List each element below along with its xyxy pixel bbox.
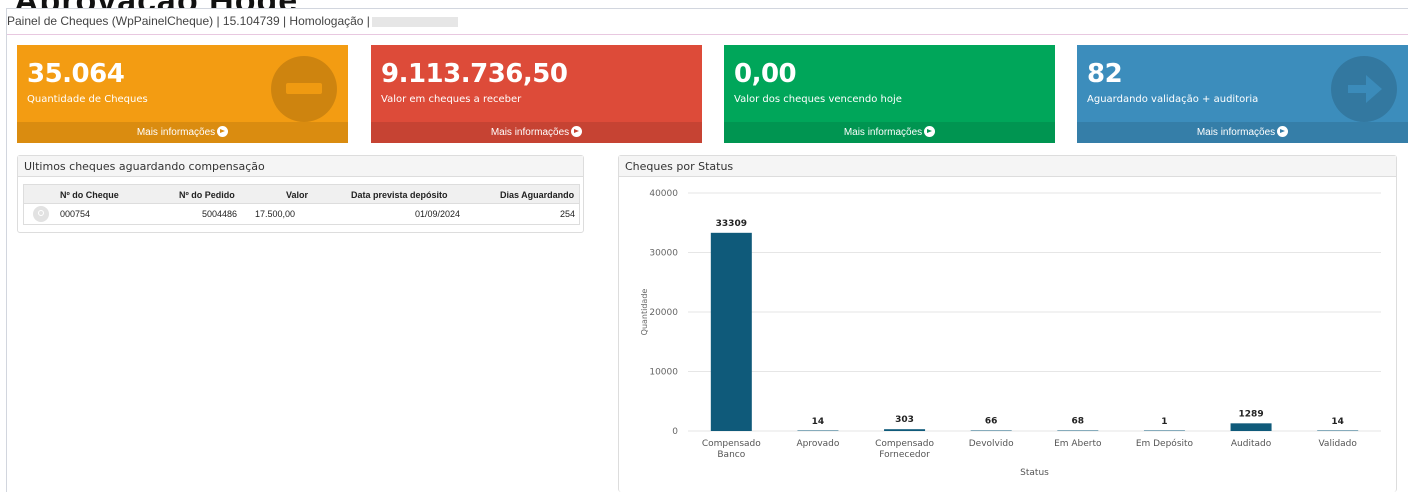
data-label: 68 (1072, 417, 1085, 427)
chart-bar (970, 430, 1012, 431)
data-label: 33309 (716, 219, 747, 229)
x-tick-label: Em Depósito (1136, 438, 1194, 449)
arrow-circle-right-icon (924, 125, 936, 137)
x-tick-label: Compensado (702, 439, 761, 449)
more-info-label: Mais informações (1196, 127, 1276, 138)
column-header-dias[interactable]: Dias Aguardando (500, 190, 574, 200)
more-info-link[interactable]: Mais informações (17, 122, 348, 143)
data-label: 1 (1161, 417, 1167, 427)
x-tick-label: Validado (1318, 439, 1357, 449)
tile-value: 9.113.736,50 (381, 59, 568, 89)
more-info-label: Mais informações (136, 127, 216, 138)
table-header: Nº do Cheque Nº do Pedido Valor Data pre… (24, 185, 579, 204)
x-tick-label: Aprovado (796, 439, 839, 449)
x-tick-label: Compensado (875, 439, 934, 449)
tile-aguardando-validacao: 82 Aguardando validação + auditoria Mais… (1077, 45, 1408, 143)
table-row[interactable]: 000754 5004486 17.500,00 01/09/2024 254 (24, 204, 579, 224)
x-tick-label: Auditado (1231, 439, 1272, 449)
status-chart-panel: Cheques por Status 0 10000 20000 30000 40000… (618, 155, 1397, 492)
chart-bar (710, 232, 752, 431)
tile-valor-receber: 9.113.736,50 Valor em cheques a receber … (371, 45, 702, 143)
minus-circle-icon (271, 56, 337, 122)
pending-cheques-table: Nº do Cheque Nº do Pedido Valor Data pre… (23, 184, 580, 225)
more-info-label: Mais informações (490, 127, 570, 138)
tile-label: Valor dos cheques vencendo hoje (734, 94, 902, 105)
panel-title: Cheques por Status (619, 156, 1396, 177)
more-info-link[interactable]: Mais informações (371, 122, 702, 143)
cell-pedido: 5004486 (202, 209, 238, 219)
panel-title: Ultimos cheques aguardando compensação (18, 156, 583, 177)
search-icon[interactable] (33, 206, 49, 222)
y-tick-label: 40000 (649, 189, 678, 199)
tile-quantidade-cheques: 35.064 Quantidade de Cheques Mais inform… (17, 45, 348, 143)
cell-data: 01/09/2024 (415, 209, 461, 219)
column-header-valor[interactable]: Valor (286, 190, 308, 200)
data-label: 14 (812, 417, 825, 427)
arrow-circle-right-icon (217, 125, 229, 137)
x-tick-label: Em Aberto (1054, 439, 1102, 449)
x-axis-label: Status (1020, 468, 1049, 478)
page-title: Aprovação Hoge (14, 0, 298, 8)
redacted-environment-box (371, 16, 458, 27)
data-label: 1289 (1239, 409, 1264, 419)
arrow-circle-right-icon (1277, 125, 1289, 137)
pending-cheques-panel: Ultimos cheques aguardando compensação N… (17, 155, 584, 233)
chart-bar (1230, 423, 1272, 431)
tile-label: Aguardando validação + auditoria (1087, 94, 1259, 105)
chart-bar (1143, 430, 1185, 431)
tile-label: Valor em cheques a receber (381, 94, 522, 105)
chart-bar (1057, 430, 1099, 431)
cell-cheque: 000754 (60, 209, 91, 219)
tile-value: 0,00 (734, 59, 797, 89)
chart-bar (797, 430, 839, 431)
panel-header-bar: Painel de Cheques (WpPainelCheque) | 15.… (7, 9, 1408, 35)
x-tick-label: Fornecedor (879, 450, 930, 460)
x-tick-label: Devolvido (969, 439, 1014, 449)
cell-dias: 254 (560, 209, 576, 219)
tile-value: 82 (1087, 59, 1123, 89)
y-axis-label: Quantidade (640, 289, 649, 336)
y-tick-label: 20000 (649, 308, 678, 318)
chart-bar (884, 429, 926, 431)
data-label: 303 (895, 415, 914, 425)
header-caption: Painel de Cheques (WpPainelCheque) | 15.… (7, 14, 458, 28)
column-header-cheque[interactable]: Nº do Cheque (60, 190, 119, 200)
arrow-right-circle-icon (1331, 56, 1397, 122)
tile-label: Quantidade de Cheques (27, 94, 148, 105)
data-label: 66 (985, 417, 998, 427)
header-caption-text: Painel de Cheques (WpPainelCheque) | 15.… (7, 14, 370, 28)
x-tick-label: Banco (717, 450, 745, 460)
y-tick-label: 30000 (649, 249, 678, 259)
tile-value: 35.064 (27, 59, 125, 89)
chart-bar (1317, 430, 1359, 431)
status-bar-chart: 0 10000 20000 30000 40000 Quantidade 33309 Comp… (640, 189, 1381, 478)
more-info-link[interactable]: Mais informações (1077, 122, 1408, 143)
arrow-circle-right-icon (571, 125, 583, 137)
cell-valor: 17.500,00 (255, 209, 296, 219)
page-title-clipped: Aprovação Hoge (0, 0, 1408, 8)
data-label: 14 (1331, 417, 1344, 427)
y-tick-label: 10000 (649, 368, 678, 378)
y-tick-label: 0 (672, 427, 678, 437)
column-header-pedido[interactable]: Nº do Pedido (179, 190, 235, 200)
column-header-data[interactable]: Data prevista depósito (351, 190, 448, 200)
more-info-link[interactable]: Mais informações (724, 122, 1055, 143)
tile-vencendo-hoje: 0,00 Valor dos cheques vencendo hoje Mai… (724, 45, 1055, 143)
more-info-label: Mais informações (843, 127, 923, 138)
